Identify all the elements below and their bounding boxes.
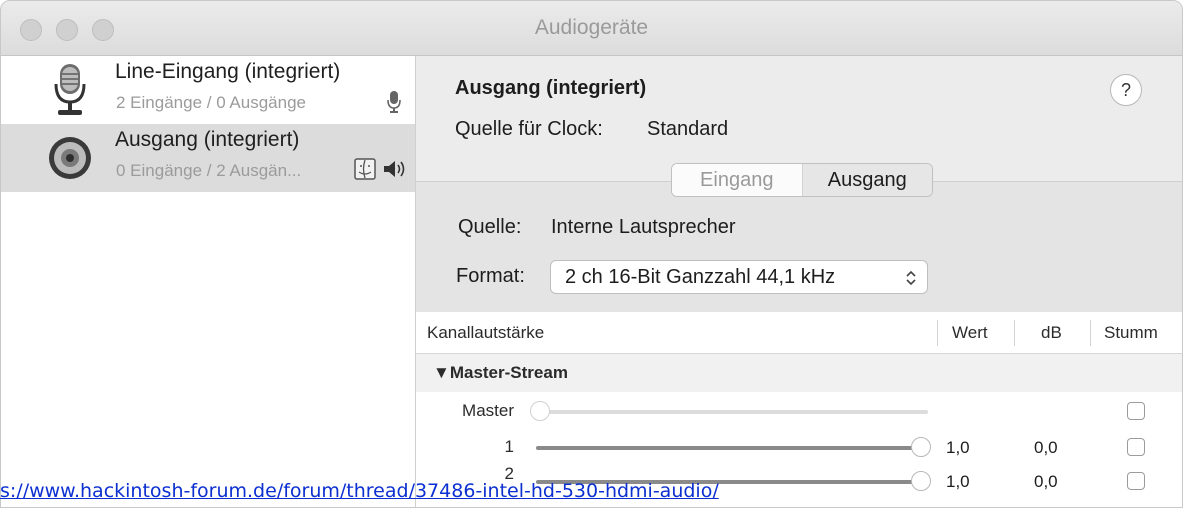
finder-icon [354, 158, 376, 180]
mute-checkbox[interactable] [1127, 402, 1145, 420]
channel-volume-table: Kanallautstärke Wert dB Stumm ▼Master-St… [416, 312, 1182, 507]
format-select[interactable]: 2 ch 16-Bit Ganzzahl 44,1 kHz [550, 260, 928, 294]
column-header-mute[interactable]: Stumm [1104, 312, 1158, 354]
value-cell: 1,0 [946, 438, 970, 457]
clock-source-label: Quelle für Clock: [455, 118, 603, 140]
slider-knob[interactable] [911, 437, 931, 457]
column-header-db[interactable]: dB [1041, 312, 1062, 354]
db-cell: 0,0 [1034, 438, 1058, 457]
speaker-icon [49, 137, 91, 179]
slider-knob[interactable] [911, 471, 931, 491]
device-name: Line-Eingang (integriert) [115, 60, 341, 83]
source-url-link[interactable]: s://www.hackintosh-forum.de/forum/thread… [0, 480, 719, 502]
input-microphone-icon [387, 91, 401, 113]
device-detail-pane: Ausgang (integriert) Quelle für Clock: S… [416, 56, 1182, 507]
mute-checkbox[interactable] [1127, 472, 1145, 490]
column-header-channel[interactable]: Kanallautstärke [427, 312, 544, 354]
value-cell: 1,0 [946, 472, 970, 491]
device-io-count: 0 Eingänge / 2 Ausgän... [116, 161, 302, 180]
help-button[interactable]: ? [1110, 74, 1142, 106]
format-label: Format: [456, 265, 525, 287]
source-value[interactable]: Interne Lautsprecher [551, 216, 736, 239]
window-title: Audiogeräte [534, 16, 649, 39]
speaker-output-icon [384, 161, 405, 177]
device-list: Line-Eingang (integriert) 2 Eingänge / 0… [1, 56, 416, 507]
channel-label: Master [462, 401, 514, 420]
channel-label: 1 [504, 437, 514, 456]
column-divider [1090, 320, 1091, 346]
volume-slider[interactable] [536, 410, 928, 414]
device-title: Ausgang (integriert) [455, 77, 647, 99]
tab-input[interactable]: Eingang [672, 164, 803, 196]
clock-source-value[interactable]: Standard [647, 118, 728, 141]
format-value: 2 ch 16-Bit Ganzzahl 44,1 kHz [565, 266, 836, 288]
column-divider [1014, 320, 1015, 346]
tab-output[interactable]: Ausgang [802, 164, 932, 196]
db-cell: 0,0 [1034, 472, 1058, 491]
column-header-value[interactable]: Wert [952, 312, 988, 354]
output-settings-panel: Quelle: Interne Lautsprecher Format: 2 c… [416, 182, 1182, 312]
source-label: Quelle: [458, 216, 522, 238]
device-io-count: 2 Eingänge / 0 Ausgänge [116, 93, 306, 112]
table-row: Master [416, 394, 1182, 430]
title-bar: Audiogeräte [1, 1, 1182, 56]
column-divider [937, 320, 938, 346]
table-row: 1 1,0 0,0 [416, 430, 1182, 466]
slider-knob[interactable] [530, 401, 550, 421]
master-stream-group[interactable]: ▼Master-Stream [416, 354, 1182, 392]
chevron-updown-icon [906, 270, 916, 286]
io-tab-control[interactable]: Eingang Ausgang [671, 163, 933, 197]
audio-devices-window: Audiogeräte Line-Eingang (integriert) 2 … [0, 0, 1183, 508]
device-built-in-output[interactable]: Ausgang (integriert) 0 Eingänge / 2 Ausg… [1, 124, 415, 192]
volume-slider[interactable] [536, 446, 928, 450]
device-line-in[interactable]: Line-Eingang (integriert) 2 Eingänge / 0… [1, 56, 415, 124]
device-name: Ausgang (integriert) [115, 128, 300, 151]
microphone-icon [54, 64, 86, 115]
mute-checkbox[interactable] [1127, 438, 1145, 456]
group-label: ▼Master-Stream [433, 363, 568, 382]
